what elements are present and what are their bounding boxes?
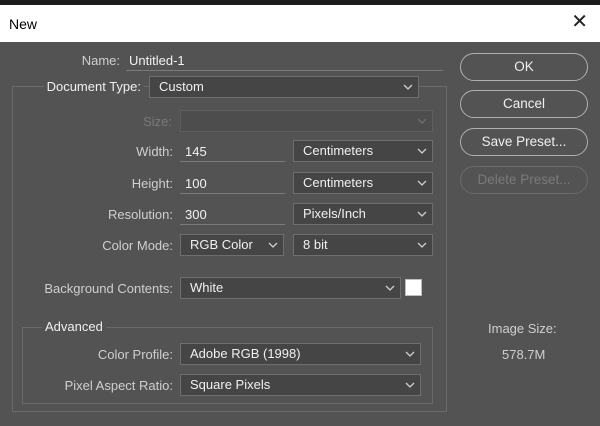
document-type-value: Custom [159, 79, 204, 94]
title-bar: New ✕ [0, 5, 600, 42]
chevron-down-icon [385, 284, 395, 292]
color-profile-dropdown[interactable]: Adobe RGB (1998) [180, 343, 421, 365]
name-field[interactable]: Untitled-1 [129, 53, 185, 68]
close-icon[interactable]: ✕ [571, 12, 588, 32]
color-mode-label: Color Mode: [102, 238, 173, 253]
size-dropdown [180, 110, 433, 132]
chevron-down-icon [405, 381, 415, 389]
document-type-dropdown[interactable]: Custom [149, 76, 419, 98]
width-input[interactable]: 145 [185, 144, 207, 159]
pixel-aspect-ratio-value: Square Pixels [190, 377, 271, 392]
pixel-aspect-ratio-dropdown[interactable]: Square Pixels [180, 374, 421, 396]
save-preset-button[interactable]: Save Preset... [460, 128, 588, 156]
color-profile-value: Adobe RGB (1998) [190, 346, 301, 361]
chevron-down-icon [417, 210, 427, 218]
background-contents-label: Background Contents: [44, 281, 173, 296]
ok-button[interactable]: OK [460, 53, 588, 81]
window-title: New [9, 16, 38, 32]
resolution-underline [180, 224, 285, 225]
image-size-label: Image Size: [488, 321, 557, 336]
background-color-swatch[interactable] [405, 279, 422, 296]
height-unit-dropdown[interactable]: Centimeters [293, 172, 433, 194]
background-contents-dropdown[interactable]: White [180, 277, 401, 299]
document-type-label: Document Type: [43, 79, 144, 94]
name-underline [126, 70, 443, 71]
chevron-down-icon [417, 117, 427, 125]
chevron-down-icon [417, 241, 427, 249]
bit-depth-value: 8 bit [303, 237, 328, 252]
height-label: Height: [131, 176, 173, 191]
resolution-input[interactable]: 300 [185, 207, 207, 222]
background-contents-value: White [190, 280, 224, 295]
resolution-unit-value: Pixels/Inch [303, 206, 366, 221]
height-underline [180, 193, 285, 194]
cancel-button[interactable]: Cancel [460, 90, 588, 118]
width-label: Width: [136, 144, 173, 159]
resolution-unit-dropdown[interactable]: Pixels/Inch [293, 203, 433, 225]
bit-depth-dropdown[interactable]: 8 bit [293, 234, 433, 256]
advanced-legend: Advanced [42, 319, 106, 334]
pixel-aspect-ratio-label: Pixel Aspect Ratio: [64, 378, 173, 393]
delete-preset-button: Delete Preset... [460, 166, 588, 194]
color-mode-dropdown[interactable]: RGB Color [180, 234, 284, 256]
new-document-dialog: Name: Untitled-1 Document Type: Custom S… [0, 42, 600, 426]
width-unit-value: Centimeters [303, 143, 374, 158]
chevron-down-icon [417, 179, 427, 187]
width-unit-dropdown[interactable]: Centimeters [293, 140, 433, 162]
chevron-down-icon [268, 241, 278, 249]
height-unit-value: Centimeters [303, 175, 374, 190]
chevron-down-icon [405, 350, 415, 358]
width-underline [180, 161, 285, 162]
resolution-label: Resolution: [107, 207, 173, 222]
chevron-down-icon [403, 83, 413, 91]
image-size-value: 578.7M [502, 347, 546, 362]
name-label: Name: [81, 53, 120, 68]
color-mode-value: RGB Color [190, 237, 253, 252]
size-label: Size: [143, 114, 172, 129]
chevron-down-icon [417, 147, 427, 155]
height-input[interactable]: 100 [185, 176, 207, 191]
color-profile-label: Color Profile: [97, 347, 173, 362]
